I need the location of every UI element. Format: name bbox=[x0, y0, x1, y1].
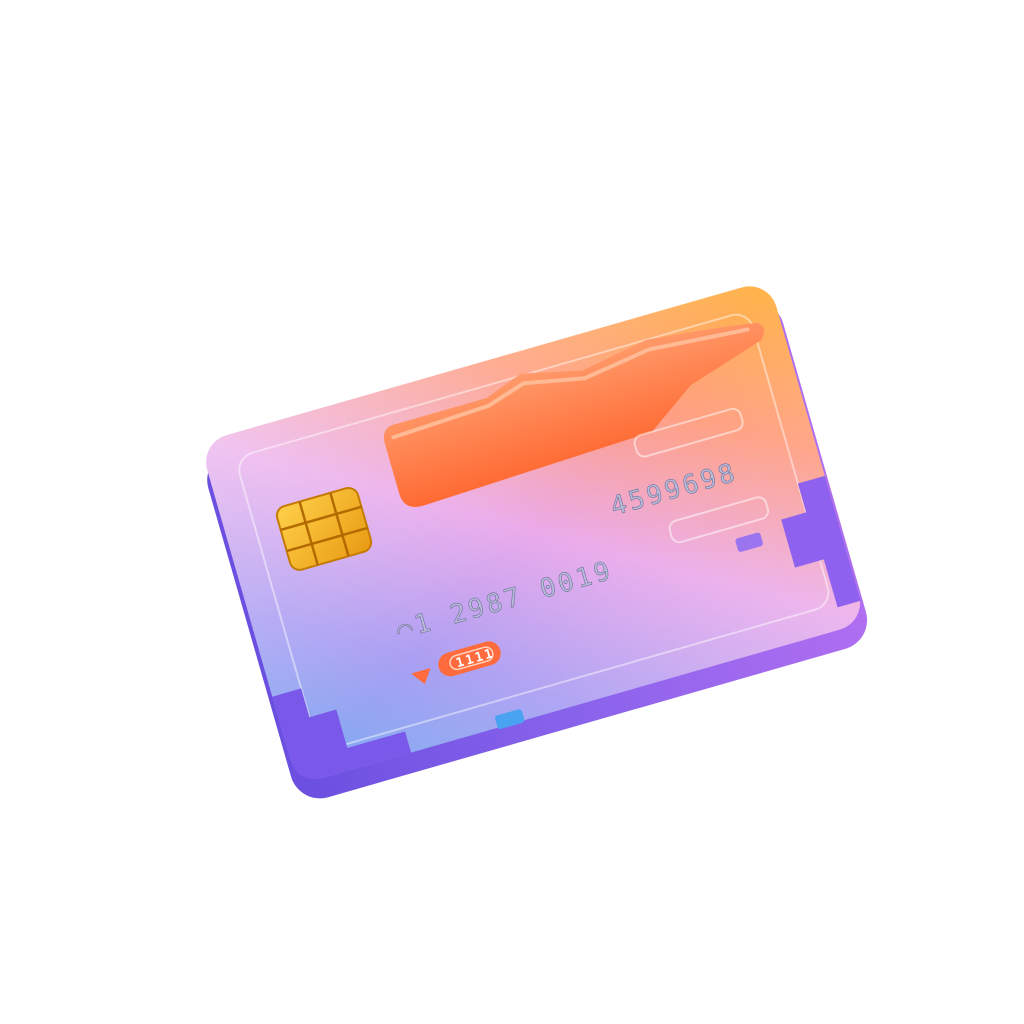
credit-card: 4599698 ⌒1 2987 0019 1111 bbox=[206, 286, 868, 799]
card-illustration: 4599698 ⌒1 2987 0019 1111 bbox=[206, 286, 868, 799]
